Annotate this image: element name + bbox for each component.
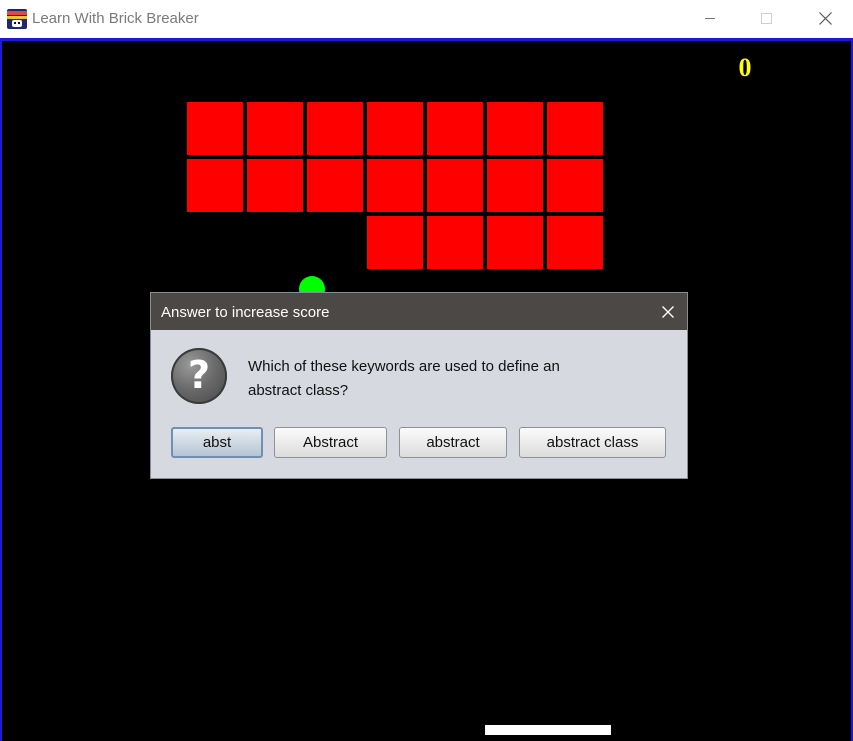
brick bbox=[547, 102, 603, 155]
brick bbox=[367, 102, 423, 155]
window-title: Learn With Brick Breaker bbox=[32, 10, 199, 27]
brick bbox=[307, 102, 363, 155]
answer-button-abst[interactable]: abst bbox=[171, 427, 263, 458]
score-display: 0 bbox=[738, 53, 752, 82]
brick bbox=[487, 159, 543, 212]
question-dialog: Answer to increase score ? Which of thes… bbox=[150, 292, 688, 479]
brick bbox=[547, 159, 603, 212]
brick bbox=[367, 159, 423, 212]
window-titlebar: Learn With Brick Breaker bbox=[0, 0, 853, 38]
brick bbox=[547, 216, 603, 269]
question-line-1: Which of these keywords are used to defi… bbox=[248, 358, 560, 375]
brick bbox=[247, 159, 303, 212]
answer-button-abstract-class[interactable]: abstract class bbox=[519, 427, 666, 458]
brick bbox=[427, 102, 483, 155]
dialog-titlebar: Answer to increase score bbox=[151, 293, 687, 330]
brick bbox=[487, 216, 543, 269]
dialog-title: Answer to increase score bbox=[161, 304, 330, 321]
paddle[interactable] bbox=[485, 725, 611, 735]
maximize-button[interactable] bbox=[737, 0, 795, 38]
brick-breaker-app-icon bbox=[7, 9, 27, 29]
brick bbox=[427, 159, 483, 212]
brick bbox=[187, 102, 243, 155]
brick bbox=[247, 102, 303, 155]
close-icon bbox=[662, 306, 674, 318]
dialog-close-button[interactable] bbox=[655, 299, 681, 325]
question-text: Which of these keywords are used to defi… bbox=[248, 355, 608, 403]
brick bbox=[427, 216, 483, 269]
minimize-button[interactable] bbox=[681, 0, 739, 38]
question-line-2: abstract class? bbox=[248, 382, 349, 399]
brick bbox=[367, 216, 423, 269]
close-icon bbox=[819, 12, 832, 25]
answer-button-abstract[interactable]: abstract bbox=[399, 427, 507, 458]
brick bbox=[487, 102, 543, 155]
brick bbox=[187, 159, 243, 212]
brick bbox=[307, 159, 363, 212]
question-icon: ? bbox=[171, 348, 227, 404]
close-window-button[interactable] bbox=[796, 0, 853, 38]
answer-button-Abstract[interactable]: Abstract bbox=[274, 427, 387, 458]
